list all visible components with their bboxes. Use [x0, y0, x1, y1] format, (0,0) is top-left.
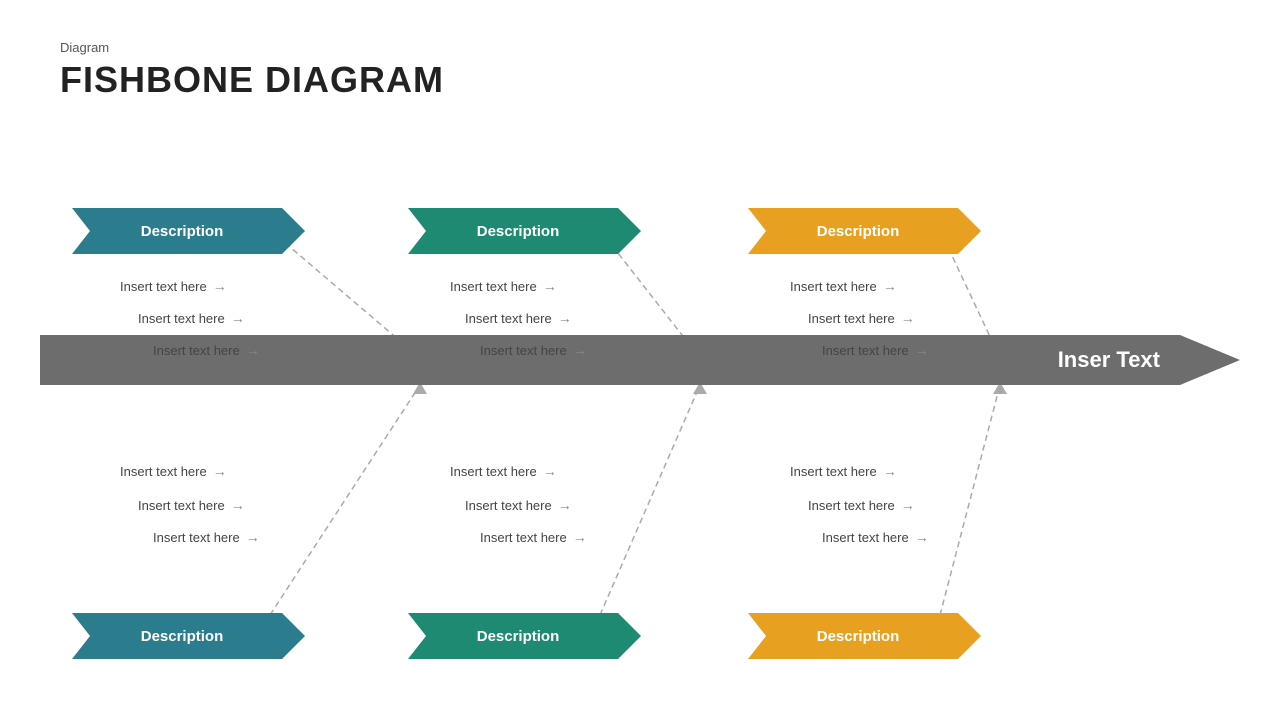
top1-item3: Insert text here [153, 342, 260, 358]
spine-label: Inser Text [1058, 347, 1160, 373]
bot-chevron-3: Description [748, 613, 958, 659]
bot1-item1-arrow [213, 463, 227, 479]
header-title: FISHBONE DIAGRAM [60, 59, 444, 101]
top3-item2: Insert text here [808, 310, 915, 326]
bot3-item1: Insert text here [790, 463, 897, 479]
top3-item1: Insert text here [790, 278, 897, 294]
top3-item3-arrow [915, 342, 929, 358]
top2-item2: Insert text here [465, 310, 572, 326]
top1-item3-arrow [246, 342, 260, 358]
top2-item1: Insert text here [450, 278, 557, 294]
bot2-item1-text: Insert text here [450, 464, 537, 479]
top1-item1-arrow [213, 278, 227, 294]
top1-item3-text: Insert text here [153, 343, 240, 358]
bot-chevron-1: Description [72, 613, 282, 659]
bot-chevron-2: Description [408, 613, 618, 659]
top-chevron-2: Description [408, 208, 618, 254]
top2-item2-arrow [558, 310, 572, 326]
top2-item1-text: Insert text here [450, 279, 537, 294]
top-desc-3-label: Description [817, 223, 900, 240]
top3-item3: Insert text here [822, 342, 929, 358]
bot1-item2-arrow [231, 497, 245, 513]
bot3-item3: Insert text here [822, 529, 929, 545]
bot2-item2: Insert text here [465, 497, 572, 513]
top3-item2-arrow [901, 310, 915, 326]
top1-item2-arrow [231, 310, 245, 326]
top2-item3-text: Insert text here [480, 343, 567, 358]
bot3-item2-arrow [901, 497, 915, 513]
top1-item2-text: Insert text here [138, 311, 225, 326]
top1-item2: Insert text here [138, 310, 245, 326]
bot3-item3-text: Insert text here [822, 530, 909, 545]
bot2-item2-arrow [558, 497, 572, 513]
bot1-item1-text: Insert text here [120, 464, 207, 479]
bot1-item1: Insert text here [120, 463, 227, 479]
bot3-item1-arrow [883, 463, 897, 479]
top3-item2-text: Insert text here [808, 311, 895, 326]
top-desc-2-label: Description [477, 223, 560, 240]
bot-desc-3-label: Description [817, 628, 900, 645]
bot1-item3-text: Insert text here [153, 530, 240, 545]
top3-item3-text: Insert text here [822, 343, 909, 358]
header: Diagram FISHBONE DIAGRAM [60, 40, 444, 101]
top3-item1-text: Insert text here [790, 279, 877, 294]
top1-item1-text: Insert text here [120, 279, 207, 294]
top2-item1-arrow [543, 278, 557, 294]
top-chevron-1: Description [72, 208, 282, 254]
top2-item3-arrow [573, 342, 587, 358]
top-chevron-3: Description [748, 208, 958, 254]
bot2-item3-arrow [573, 529, 587, 545]
bot3-item3-arrow [915, 529, 929, 545]
top-desc-1-label: Description [141, 223, 224, 240]
bot-desc-1-label: Description [141, 628, 224, 645]
bot1-item3-arrow [246, 529, 260, 545]
bot2-item2-text: Insert text here [465, 498, 552, 513]
bot1-item2: Insert text here [138, 497, 245, 513]
top3-item1-arrow [883, 278, 897, 294]
bot3-item1-text: Insert text here [790, 464, 877, 479]
bot2-item3: Insert text here [480, 529, 587, 545]
top2-item3: Insert text here [480, 342, 587, 358]
bot3-item2-text: Insert text here [808, 498, 895, 513]
bot2-item3-text: Insert text here [480, 530, 567, 545]
spine-arrow [1180, 335, 1240, 385]
top2-item2-text: Insert text here [465, 311, 552, 326]
header-subtitle: Diagram [60, 40, 444, 55]
bot3-item2: Insert text here [808, 497, 915, 513]
bot-desc-2-label: Description [477, 628, 560, 645]
bot1-item2-text: Insert text here [138, 498, 225, 513]
bot2-item1-arrow [543, 463, 557, 479]
bot1-item3: Insert text here [153, 529, 260, 545]
bot2-item1: Insert text here [450, 463, 557, 479]
top1-item1: Insert text here [120, 278, 227, 294]
